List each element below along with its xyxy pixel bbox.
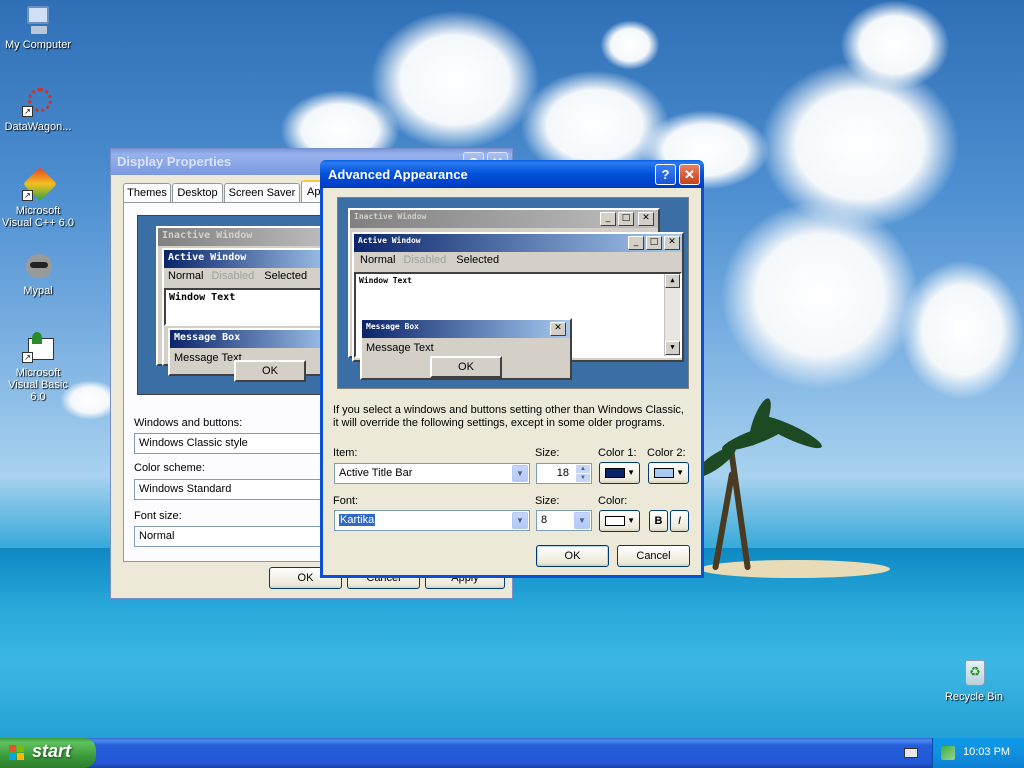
mypal-raccoon-icon bbox=[22, 250, 54, 282]
color1-swatch bbox=[605, 468, 625, 478]
desktop-icon-label: DataWagon... bbox=[4, 121, 72, 133]
color2-swatch bbox=[654, 468, 674, 478]
desktop-icon-label: Mypal bbox=[23, 285, 53, 297]
tab-themes[interactable]: Themes bbox=[123, 183, 171, 203]
preview-close-icon: ✕ bbox=[664, 236, 680, 250]
tab-screen-saver[interactable]: Screen Saver bbox=[224, 183, 300, 203]
font-size-select[interactable]: 8 ▼ bbox=[536, 510, 592, 531]
desktop-icon-label: My Computer bbox=[4, 39, 72, 51]
item-select[interactable]: Active Title Bar ▼ bbox=[334, 463, 530, 484]
color-scheme-label: Color scheme: bbox=[134, 462, 205, 474]
item-size-label: Size: bbox=[535, 447, 560, 459]
preview-maximize-icon: □ bbox=[646, 236, 662, 250]
visual-cpp-shortcut-icon: ↗ bbox=[22, 167, 57, 202]
item-label: Item: bbox=[333, 447, 358, 459]
tab-desktop[interactable]: Desktop bbox=[172, 183, 223, 203]
desktop-icon-label: Microsoft Visual Basic 6.0 bbox=[8, 367, 68, 403]
taskbar: start 10:03 PM bbox=[0, 738, 1024, 768]
cancel-button[interactable]: Cancel bbox=[617, 545, 690, 567]
preview-close-icon: ✕ bbox=[550, 322, 566, 336]
windows-buttons-label: Windows and buttons: bbox=[134, 417, 243, 429]
preview-inactive-title: Inactive Window bbox=[158, 228, 338, 246]
font-size-select[interactable]: Normal bbox=[134, 526, 334, 547]
preview-message-box-title: Message Box bbox=[362, 320, 570, 338]
preview-message-box-title: Message Box bbox=[170, 330, 338, 348]
chevron-down-icon: ▼ bbox=[627, 516, 635, 525]
visual-basic-shortcut-icon: ↗ bbox=[22, 332, 54, 364]
preview-message-text: Message Text bbox=[174, 352, 242, 364]
recycle-bin-icon: ♻ bbox=[958, 656, 990, 688]
scroll-up-icon: ▲ bbox=[665, 274, 680, 288]
preview-minimize-icon: _ bbox=[600, 212, 616, 226]
ok-button[interactable]: OK bbox=[536, 545, 609, 567]
font-size-label: Size: bbox=[535, 495, 560, 507]
font-color-picker[interactable]: ▼ bbox=[599, 510, 640, 532]
preview-menu: Normal Disabled Selected bbox=[360, 254, 500, 266]
desktop-icon-my-computer[interactable]: My Computer bbox=[0, 4, 76, 51]
spin-down-icon[interactable]: ▼ bbox=[576, 474, 590, 482]
chevron-down-icon[interactable]: ▼ bbox=[512, 465, 528, 482]
computer-icon bbox=[22, 4, 54, 36]
preview-ok-button: OK bbox=[430, 356, 502, 378]
bold-toggle[interactable]: B bbox=[649, 510, 668, 532]
color1-label: Color 1: bbox=[598, 447, 637, 459]
preview-scrollbar: ▲ ▼ bbox=[664, 274, 680, 356]
font-label: Font: bbox=[333, 495, 359, 507]
windows-logo-icon bbox=[9, 745, 25, 761]
color2-label: Color 2: bbox=[647, 447, 686, 459]
clock[interactable]: 10:03 PM bbox=[963, 746, 1010, 758]
scroll-down-icon: ▼ bbox=[665, 341, 680, 355]
font-select[interactable]: Kartika ▼ bbox=[334, 510, 530, 531]
font-color-swatch bbox=[605, 516, 625, 526]
appearance-preview: Inactive Window Active Window Normal Disa… bbox=[137, 215, 338, 395]
info-text-line-1: If you select a windows and buttons sett… bbox=[333, 404, 684, 416]
chevron-down-icon[interactable]: ▼ bbox=[512, 512, 528, 529]
item-size-spinner[interactable]: 18 ▲ ▼ bbox=[536, 463, 592, 484]
preview-minimize-icon: _ bbox=[628, 236, 644, 250]
close-button[interactable]: ✕ bbox=[679, 164, 700, 185]
network-icon[interactable] bbox=[941, 746, 955, 760]
desktop-icon-datawagon[interactable]: ↗ DataWagon... bbox=[0, 86, 76, 133]
window-title: Display Properties bbox=[117, 154, 232, 169]
windows-buttons-select[interactable]: Windows Classic style bbox=[134, 433, 334, 454]
color-scheme-select[interactable]: Windows Standard bbox=[134, 479, 334, 500]
desktop-icon-label: Microsoft Visual C++ 6.0 bbox=[2, 205, 74, 229]
preview-close-icon: ✕ bbox=[638, 212, 654, 226]
advanced-appearance-titlebar[interactable]: Advanced Appearance ? ✕ bbox=[320, 160, 704, 188]
chevron-down-icon[interactable]: ▼ bbox=[574, 512, 590, 529]
desktop-icon-visual-cpp[interactable]: ↗ Microsoft Visual C++ 6.0 bbox=[0, 167, 76, 229]
preview-active-title: Active Window bbox=[164, 250, 338, 268]
preview-menu: Normal Disabled Selected bbox=[168, 270, 308, 282]
preview-ok-button: OK bbox=[234, 360, 306, 382]
color2-picker[interactable]: ▼ bbox=[648, 462, 689, 484]
font-color-label: Color: bbox=[598, 495, 628, 507]
system-tray: 10:03 PM bbox=[932, 738, 1024, 768]
start-label: start bbox=[32, 741, 72, 761]
chevron-down-icon: ▼ bbox=[676, 468, 684, 477]
preview-message-text: Message Text bbox=[366, 342, 434, 354]
help-button[interactable]: ? bbox=[655, 164, 676, 185]
color1-picker[interactable]: ▼ bbox=[599, 462, 640, 484]
desktop-icon-label: Recycle Bin bbox=[944, 691, 1004, 703]
keyboard-icon[interactable] bbox=[904, 748, 918, 758]
dialog-title: Advanced Appearance bbox=[328, 167, 468, 182]
preview-window-text: Window Text bbox=[164, 288, 338, 326]
font-size-label: Font size: bbox=[134, 510, 182, 522]
info-text-line-2: it will override the following settings,… bbox=[333, 417, 665, 429]
start-button[interactable]: start bbox=[0, 738, 96, 768]
datawagon-shortcut-icon: ↗ bbox=[22, 86, 54, 118]
advanced-appearance-dialog: Advanced Appearance ? ✕ Inactive Window … bbox=[320, 160, 704, 578]
preview-maximize-icon: □ bbox=[618, 212, 634, 226]
desktop-icon-mypal[interactable]: Mypal bbox=[0, 250, 76, 297]
desktop-icon-recycle-bin[interactable]: ♻ Recycle Bin bbox=[936, 656, 1012, 703]
italic-toggle[interactable]: I bbox=[670, 510, 689, 532]
appearance-preview: Inactive Window _ □ ✕ Active Window _ □ … bbox=[337, 197, 689, 389]
chevron-down-icon: ▼ bbox=[627, 468, 635, 477]
desktop-icon-visual-basic[interactable]: ↗ Microsoft Visual Basic 6.0 bbox=[0, 332, 76, 403]
spin-up-icon[interactable]: ▲ bbox=[576, 465, 590, 473]
